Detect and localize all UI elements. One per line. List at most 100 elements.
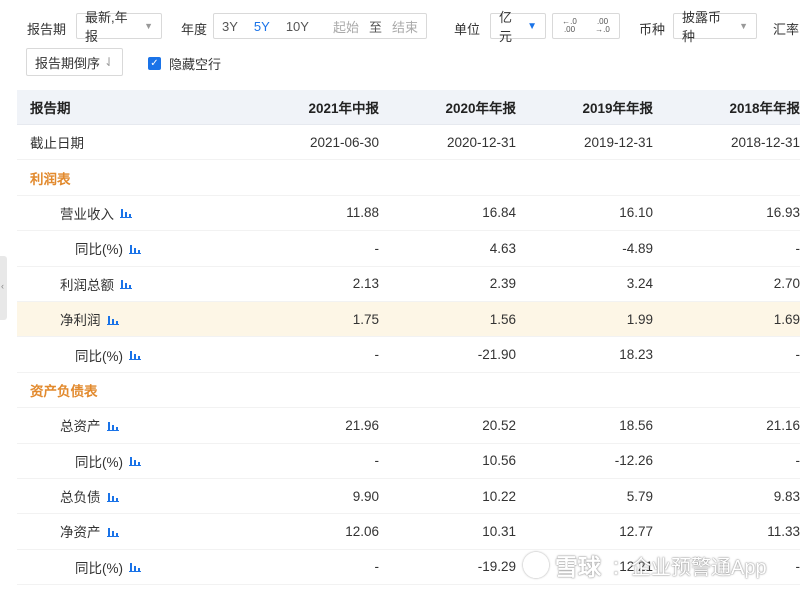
table-cell <box>653 373 800 407</box>
table-cell <box>233 373 379 407</box>
bar-chart-icon[interactable] <box>120 278 132 290</box>
table-row: 同比(%) - -21.90 18.23 - <box>17 337 800 373</box>
table-row: 净利润 1.75 1.56 1.99 1.69 <box>17 301 800 338</box>
year-10y-button[interactable]: 10Y <box>278 19 317 34</box>
table-cell: 2019-12-31 <box>583 134 653 150</box>
table-cell <box>379 373 516 407</box>
unit-label: 单位 <box>454 22 481 37</box>
header-period: 报告期 <box>30 101 71 116</box>
start-year-input[interactable]: 起始 <box>317 17 367 36</box>
table-cell: 11.88 <box>346 205 379 221</box>
table-cell <box>516 160 653 194</box>
bar-chart-icon[interactable] <box>106 526 119 537</box>
table-row: 截止日期 2021-06-30 2020-12-31 2019-12-31 2018-1… <box>17 125 800 161</box>
period-label: 报告期 <box>27 22 67 37</box>
watermark-text: ：企业预警通App <box>611 556 767 579</box>
row-label-text: 同比(%) <box>75 348 123 364</box>
decimal-buttons: ←.0 .00 .00 →.0 <box>552 13 620 39</box>
sort-order-button[interactable]: 报告期倒序 ⇃ <box>26 48 124 76</box>
table-cell: 2.39 <box>489 276 516 292</box>
year-3y-button[interactable]: 3Y <box>214 19 246 34</box>
table-header-row: 报告期 2021年中报 2020年年报 2019年年报 2018年年报 <box>17 90 800 125</box>
table-cell: 21.96 <box>345 417 379 433</box>
checkbox-checked-icon[interactable]: ✓ <box>148 57 161 70</box>
table-row: 营业收入 11.88 16.84 16.10 16.93 <box>17 196 800 232</box>
table-cell: 2.13 <box>352 276 379 292</box>
fx-label: 汇率 <box>773 22 800 37</box>
table-cell: -12.26 <box>614 453 653 469</box>
table-cell: 10.22 <box>482 488 516 504</box>
section-row: 利润表 <box>17 160 800 196</box>
table-cell: - <box>795 347 800 363</box>
period-select-value: 最新,年报 <box>85 10 128 44</box>
bar-chart-icon[interactable] <box>106 314 119 325</box>
table-cell: 3.24 <box>626 276 653 292</box>
unit-select[interactable]: 亿元 ▼ <box>490 10 546 44</box>
year-label: 年度 <box>181 22 208 37</box>
table-cell: 16.93 <box>766 205 800 221</box>
table-cell: 2.70 <box>773 276 800 292</box>
table-cell: 2018-12-31 <box>730 134 800 150</box>
table-cell <box>379 160 516 194</box>
header-col-2018[interactable]: 2018年年报 <box>653 90 800 124</box>
table-cell: 1.99 <box>626 311 653 327</box>
bar-chart-icon[interactable] <box>106 491 119 502</box>
header-col-2021h1[interactable]: 2021年中报 <box>233 90 379 124</box>
hide-empty-rows-label: 隐藏空行 <box>169 57 222 72</box>
table-row: 利润总额 2.13 2.39 3.24 2.70 <box>17 267 800 302</box>
sort-order-label: 报告期倒序 <box>35 55 101 71</box>
table-cell: 16.84 <box>482 205 516 221</box>
currency-select[interactable]: 披露币种 ▼ <box>673 10 757 44</box>
row-label-text: 净利润 <box>60 313 101 329</box>
period-select[interactable]: 最新,年报 ▼ <box>76 10 162 44</box>
table-cell: 1.75 <box>352 311 379 327</box>
table-cell: - <box>374 559 380 575</box>
year-range-group: 3Y 5Y 10Y 起始 至 结束 <box>213 13 427 39</box>
table-cell: 10.31 <box>482 523 516 539</box>
increase-decimal-button[interactable]: .00 →.0 <box>586 18 619 34</box>
bar-chart-icon[interactable] <box>129 561 141 573</box>
table-cell: 16.10 <box>619 205 653 221</box>
bar-chart-icon[interactable] <box>120 207 132 219</box>
sort-arrows-icon: ⇃ <box>104 55 115 69</box>
bar-chart-icon[interactable] <box>106 420 119 431</box>
bar-chart-icon[interactable] <box>129 243 141 254</box>
year-5y-button[interactable]: 5Y <box>246 19 278 34</box>
header-col-2019[interactable]: 2019年年报 <box>516 90 653 124</box>
row-label-text: 资产负债表 <box>30 383 98 399</box>
end-year-input[interactable]: 结束 <box>384 17 426 36</box>
table-cell: 20.52 <box>482 417 516 433</box>
financial-table: 报告期 2021年中报 2020年年报 2019年年报 2018年年报 截止日期… <box>17 90 800 586</box>
table-cell: 11.33 <box>767 523 800 539</box>
table-cell: - <box>374 453 380 469</box>
bar-chart-icon[interactable] <box>129 349 141 361</box>
table-cell: -19.29 <box>477 559 516 575</box>
table-cell: 12.77 <box>619 523 653 539</box>
table-cell: - <box>795 240 800 256</box>
table-cell: 18.56 <box>619 417 653 433</box>
table-row: 同比(%) - 10.56 -12.26 - <box>17 444 800 479</box>
header-col-2020[interactable]: 2020年年报 <box>379 90 516 124</box>
row-label-text: 总资产 <box>60 419 101 435</box>
hide-empty-rows-toggle[interactable]: ✓ 隐藏空行 <box>148 54 221 73</box>
collapse-handle[interactable]: ‹ <box>0 256 7 320</box>
row-label: 截止日期 <box>17 125 246 159</box>
table-cell: 5.79 <box>626 488 653 504</box>
table-cell: - <box>795 453 800 469</box>
unit-select-value: 亿元 <box>499 10 513 44</box>
filter-toolbar: 报告期 最新,年报 ▼ 年度 3Y 5Y 10Y 起始 至 结束 单位 亿元 ▼… <box>0 0 800 44</box>
row-label-text: 净资产 <box>60 525 101 541</box>
decrease-decimal-button[interactable]: ←.0 .00 <box>553 18 586 34</box>
row-label-text: 同比(%) <box>75 560 123 576</box>
options-toolbar: 报告期倒序 ⇃ ✓ 隐藏空行 <box>0 48 800 80</box>
row-label-text: 利润表 <box>30 171 71 187</box>
section-row: 资产负债表 <box>17 373 800 409</box>
table-cell <box>233 160 379 194</box>
table-row: 总负债 9.90 10.22 5.79 9.83 <box>17 479 800 515</box>
table-row: 同比(%) - 4.63 -4.89 - <box>17 231 800 267</box>
table-row: 净资产 12.06 10.31 12.77 11.33 <box>17 514 800 550</box>
watermark-brand: 雪球 <box>555 554 601 580</box>
currency-label: 币种 <box>639 22 666 37</box>
bar-chart-icon[interactable] <box>129 455 141 467</box>
table-cell: 9.90 <box>352 488 379 504</box>
